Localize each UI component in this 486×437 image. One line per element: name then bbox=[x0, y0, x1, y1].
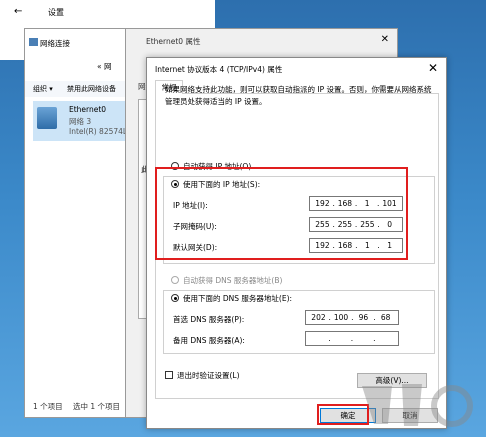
status-count: 1 个项目 bbox=[33, 402, 63, 411]
manual-dns-radio[interactable] bbox=[171, 294, 179, 302]
ethprops-title: Ethernet0 属性 bbox=[146, 37, 201, 46]
organize-menu[interactable]: 组织 ▾ bbox=[33, 84, 53, 94]
ip-settings-highlight bbox=[155, 167, 408, 260]
network-connections-window: 网络连接 « 网 组织 ▾ 禁用此网络设备 Ethernet0 网络 3 Int… bbox=[24, 28, 135, 418]
manual-dns-label: 使用下面的 DNS 服务器地址(E): bbox=[183, 294, 293, 303]
ip-octet: 100 bbox=[333, 313, 349, 322]
preferred-dns-field[interactable]: 202. 100. 96. 68 bbox=[305, 310, 399, 325]
alternate-dns-field[interactable]: . . . bbox=[305, 331, 399, 346]
description-text: 如果网络支持此功能，则可以获取自动指派的 IP 设置。否则，你需要从网络系统管理… bbox=[165, 85, 432, 106]
validate-checkbox[interactable] bbox=[165, 371, 173, 379]
network-adapter-icon bbox=[37, 107, 57, 129]
adapter-device: Intel(R) 82574L bbox=[69, 127, 128, 136]
status-selected: 选中 1 个项目 bbox=[73, 402, 121, 411]
auto-dns-radio[interactable] bbox=[171, 276, 179, 284]
preferred-dns-label: 首选 DNS 服务器(P): bbox=[173, 315, 245, 324]
dialog-title: Internet 协议版本 4 (TCP/IPv4) 属性 bbox=[155, 65, 283, 74]
close-icon[interactable]: ✕ bbox=[381, 34, 389, 45]
adapter-network: 网络 3 bbox=[69, 117, 92, 126]
settings-title: 设置 bbox=[48, 8, 64, 17]
address-text: « 网 bbox=[97, 62, 112, 71]
address-bar[interactable]: « 网 bbox=[29, 59, 133, 73]
ip-octet: 68 bbox=[380, 313, 391, 322]
auto-dns-label: 自动获得 DNS 服务器地址(B) bbox=[183, 276, 283, 285]
netconn-toolbar: 组织 ▾ 禁用此网络设备 bbox=[25, 81, 135, 97]
network-icon bbox=[29, 38, 38, 46]
validate-label: 退出时验证设置(L) bbox=[177, 371, 240, 380]
adapter-name: Ethernet0 bbox=[69, 105, 107, 114]
adapter-item-ethernet0[interactable]: Ethernet0 网络 3 Intel(R) 82574L bbox=[33, 101, 133, 141]
close-icon[interactable]: ✕ bbox=[428, 61, 438, 75]
netconn-title: 网络连接 bbox=[40, 39, 70, 48]
alternate-dns-label: 备用 DNS 服务器(A): bbox=[173, 336, 245, 345]
watermark-logo bbox=[362, 384, 473, 427]
ip-octet: 96 bbox=[358, 313, 369, 322]
back-arrow-icon[interactable]: ← bbox=[14, 6, 22, 17]
ip-octet: 202 bbox=[311, 313, 326, 322]
disable-device-button[interactable]: 禁用此网络设备 bbox=[67, 84, 116, 94]
